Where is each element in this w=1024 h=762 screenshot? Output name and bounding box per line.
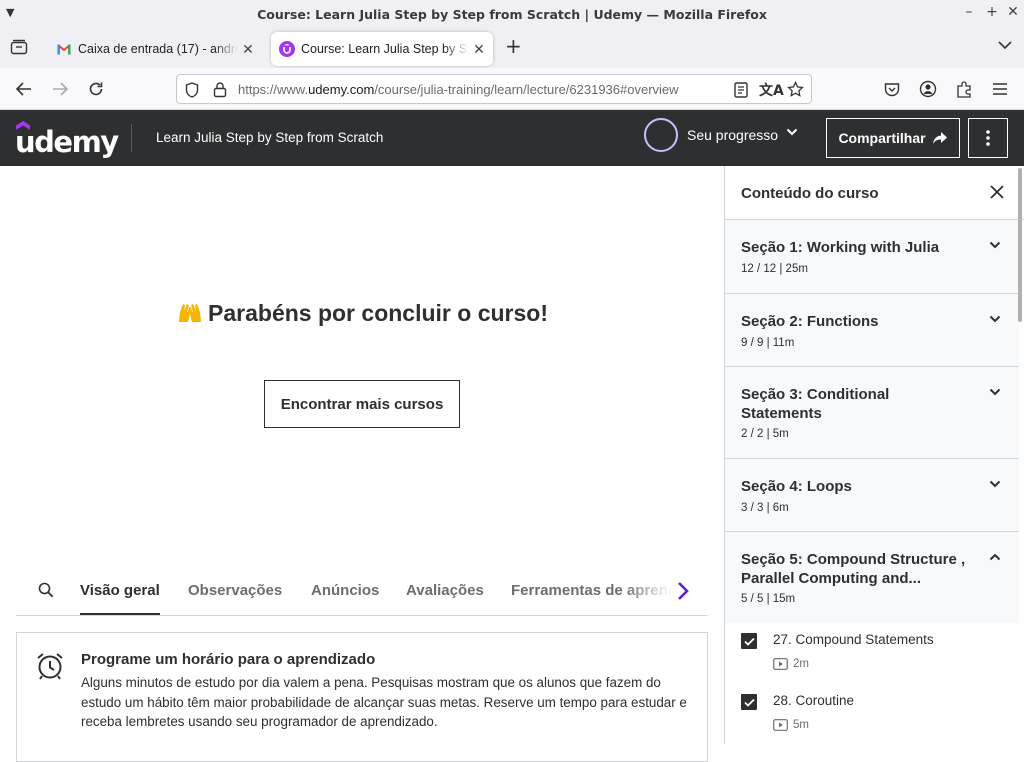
section-meta: 5 / 5 | 15m — [741, 593, 796, 605]
completed-checkbox[interactable] — [741, 694, 757, 710]
schedule-learning-card: Programe um horário para o aprendizado A… — [16, 632, 708, 762]
chevron-up-icon — [989, 553, 1001, 561]
lock-icon[interactable] — [213, 81, 227, 98]
section-3[interactable]: Seção 3: Conditional Statements 2 / 2 | … — [725, 367, 1019, 459]
chevron-down-icon — [989, 388, 1001, 396]
checkmark-icon — [743, 637, 755, 646]
section-meta: 2 / 2 | 5m — [741, 428, 789, 440]
find-more-courses-button[interactable]: Encontrar mais cursos — [264, 380, 460, 428]
completion-heading: Parabéns por concluir o curso! — [0, 300, 724, 327]
section-5[interactable]: Seção 5: Compound Structure , Parallel C… — [725, 532, 1019, 623]
course-title[interactable]: Learn Julia Step by Step from Scratch — [156, 130, 383, 145]
raising-hands-icon — [176, 300, 204, 324]
completion-heading-text: Parabéns por concluir o curso! — [208, 300, 548, 326]
tab-label: Course: Learn Julia Step by Step — [301, 42, 469, 56]
share-arrow-icon — [932, 132, 947, 144]
header-divider — [131, 124, 132, 152]
list-tabs-icon[interactable] — [998, 40, 1012, 50]
maximize-icon[interactable]: + — [982, 4, 1002, 20]
section-meta: 9 / 9 | 11m — [741, 337, 795, 349]
course-content-sidebar: Conteúdo do curso Seção 1: Working with … — [724, 166, 1024, 744]
close-window-icon[interactable]: ✕ — [1003, 4, 1023, 20]
tab-announcements[interactable]: Anúncios — [311, 582, 379, 599]
tracking-shield-icon[interactable] — [185, 82, 199, 98]
lecture-duration: 2m — [793, 658, 809, 670]
udemy-logo[interactable]: udemy — [15, 114, 119, 159]
forward-icon[interactable] — [50, 79, 70, 99]
schedule-body: Alguns minutos de estudo por dia valem a… — [81, 675, 687, 730]
window-title: Course: Learn Julia Step by Step from Sc… — [257, 7, 767, 22]
chevron-down-icon — [989, 480, 1001, 488]
completed-checkbox[interactable] — [741, 633, 757, 649]
account-icon[interactable] — [918, 79, 938, 99]
kebab-menu-icon — [986, 130, 990, 146]
share-button-label: Compartilhar — [838, 130, 926, 146]
lecture-duration: 5m — [793, 719, 809, 731]
udemy-header: udemy Learn Julia Step by Step from Scra… — [0, 110, 1024, 166]
url-text[interactable]: https://www.udemy.com/course/julia-train… — [238, 82, 679, 97]
section-title: Seção 3: Conditional Statements — [741, 386, 890, 422]
section-title: Seção 4: Loops — [741, 478, 852, 495]
minimize-icon[interactable]: – — [959, 4, 979, 20]
search-icon[interactable] — [38, 582, 54, 598]
browser-tab-udemy[interactable]: Course: Learn Julia Step by Step ✕ — [271, 32, 493, 66]
bookmark-star-icon[interactable] — [787, 81, 804, 98]
close-tab-icon[interactable]: ✕ — [238, 41, 258, 58]
tab-reviews[interactable]: Avaliações — [406, 582, 484, 599]
lecture-title: 27. Compound Statements — [773, 632, 934, 647]
progress-ring[interactable] — [644, 118, 678, 152]
lecture-item[interactable]: 27. Compound Statements 2m — [725, 623, 1019, 684]
more-options-button[interactable] — [968, 118, 1008, 158]
close-tab-icon[interactable]: ✕ — [469, 41, 489, 58]
window-titlebar: ▼ Course: Learn Julia Step by Step from … — [0, 0, 1024, 28]
hamburger-menu-icon[interactable] — [990, 79, 1010, 99]
section-meta: 3 / 3 | 6m — [741, 502, 789, 514]
alarm-clock-icon — [37, 653, 63, 680]
tab-learning-tools[interactable]: Ferramentas de aprendizado — [511, 582, 671, 599]
chevron-down-icon — [989, 241, 1001, 249]
checkmark-icon — [743, 698, 755, 707]
lecture-meta: 2m — [773, 658, 809, 670]
extensions-icon[interactable] — [954, 79, 974, 99]
browser-tab-gmail[interactable]: Caixa de entrada (17) - andrea ✕ — [48, 32, 262, 66]
firefox-view-icon[interactable] — [10, 39, 28, 55]
gmail-icon — [56, 41, 72, 57]
progress-label[interactable]: Seu progresso — [687, 127, 778, 143]
section-title: Seção 5: Compound Structure , Parallel C… — [741, 551, 966, 587]
browser-tabbar: Caixa de entrada (17) - andrea ✕ Course:… — [0, 28, 1024, 68]
course-tabs: Visão geral Observações Anúncios Avaliaç… — [16, 570, 708, 616]
share-button[interactable]: Compartilhar — [826, 118, 960, 158]
chevron-down-icon — [989, 315, 1001, 323]
pocket-icon[interactable] — [882, 79, 902, 99]
browser-navbar: https://www.udemy.com/course/julia-train… — [0, 68, 1024, 110]
lecture-meta: 5m — [773, 719, 809, 731]
section-4[interactable]: Seção 4: Loops 3 / 3 | 6m — [725, 459, 1019, 532]
tab-notes[interactable]: Observações — [188, 582, 282, 599]
reload-icon[interactable] — [86, 79, 106, 99]
back-icon[interactable] — [14, 79, 34, 99]
section-meta: 12 / 12 | 25m — [741, 263, 808, 275]
address-bar[interactable]: https://www.udemy.com/course/julia-train… — [176, 74, 812, 104]
lecture-item[interactable]: 28. Coroutine 5m — [725, 684, 1019, 744]
chevron-down-icon[interactable] — [786, 127, 798, 137]
section-1[interactable]: Seção 1: Working with Julia 12 / 12 | 25… — [725, 220, 1019, 294]
chevron-right-icon[interactable] — [676, 580, 690, 602]
section-title: Seção 2: Functions — [741, 313, 879, 330]
lecture-title: 28. Coroutine — [773, 693, 855, 708]
schedule-title: Programe um horário para o aprendizado — [81, 651, 376, 668]
sidebar-title: Conteúdo do curso — [741, 185, 879, 202]
section-2[interactable]: Seção 2: Functions 9 / 9 | 11m — [725, 294, 1019, 367]
tab-label: Caixa de entrada (17) - andrea — [78, 42, 238, 56]
video-play-icon — [773, 658, 788, 670]
sidebar-header: Conteúdo do curso — [725, 166, 1024, 220]
reader-view-icon[interactable] — [734, 82, 748, 98]
translate-icon[interactable]: 文A — [759, 80, 784, 100]
tab-overview[interactable]: Visão geral — [80, 582, 160, 615]
new-tab-icon[interactable]: + — [505, 34, 522, 58]
section-title: Seção 1: Working with Julia — [741, 239, 940, 256]
udemy-icon — [279, 41, 295, 57]
sidebar-scrollbar[interactable] — [1018, 168, 1022, 322]
video-play-icon — [773, 719, 788, 731]
close-icon[interactable] — [989, 184, 1005, 200]
